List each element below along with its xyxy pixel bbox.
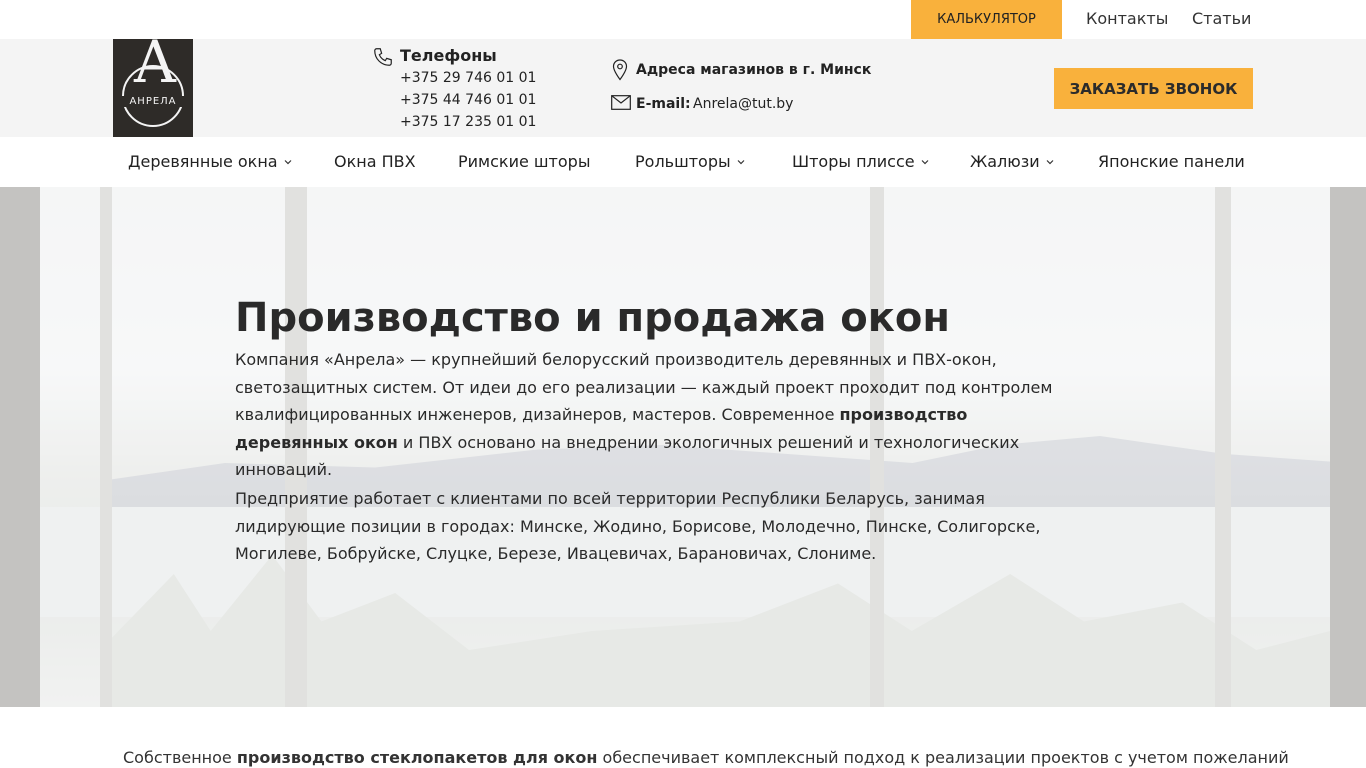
logo-name: АНРЕЛА — [113, 96, 193, 107]
nav-item-japanese-panels[interactable]: Японские панели — [1098, 152, 1245, 171]
location-pin-icon — [612, 59, 628, 81]
stores-address-link[interactable]: Адреса магазинов в г. Минск — [636, 62, 871, 78]
nav-item-label: Шторы плиссе — [792, 152, 915, 171]
top-bar: Калькулятор Контакты Статьи — [0, 0, 1366, 39]
nav-item-label: Рольшторы — [635, 152, 731, 171]
nav-item-label: Японские панели — [1098, 152, 1245, 171]
glass-units-paragraph: Собственное производство стеклопакетов д… — [123, 748, 1289, 767]
nav-item-label: Окна ПВХ — [334, 152, 416, 171]
calculator-button[interactable]: Калькулятор — [911, 0, 1062, 39]
nav-item-pleated-blinds[interactable]: Шторы плиссе — [792, 152, 929, 171]
chevron-down-icon — [284, 159, 292, 164]
nav-item-jalousie[interactable]: Жалюзи — [970, 152, 1054, 171]
contacts-link[interactable]: Контакты — [1086, 9, 1168, 28]
phones-title: Телефоны — [400, 46, 497, 65]
order-call-button[interactable]: Заказать звонок — [1054, 68, 1253, 109]
phone-icon — [374, 48, 392, 66]
paragraph-text: обеспечивает комплексный подход к реализ… — [597, 748, 1289, 767]
main-nav: Деревянные окна Окна ПВХ Римские шторы Р… — [0, 137, 1366, 187]
paragraph-highlight: производство стеклопакетов для окон — [236, 748, 598, 767]
header: А АНРЕЛА Телефоны +375 29 746 01 01 +375… — [0, 33, 1366, 137]
phone-number-1[interactable]: +375 29 746 01 01 — [400, 70, 536, 86]
hero-paragraph-intro: Компания «Анрела» — крупнейший белорусск… — [235, 346, 1085, 484]
logo-letter: А — [133, 28, 177, 96]
articles-link[interactable]: Статьи — [1192, 9, 1251, 28]
nav-item-label: Жалюзи — [970, 152, 1040, 171]
page-title: Производство и продажа окон — [235, 295, 951, 341]
chevron-down-icon — [921, 159, 929, 164]
hero-paragraph-cities: Предприятие работает с клиентами по всей… — [235, 489, 1041, 563]
nav-item-roller-blinds[interactable]: Рольшторы — [635, 152, 745, 171]
chevron-down-icon — [737, 159, 745, 164]
hero-section: Производство и продажа окон Компания «Ан… — [0, 187, 1366, 707]
paragraph-text: Собственное — [123, 748, 237, 767]
email-label: E-mail: — [636, 96, 691, 112]
chevron-down-icon — [1046, 159, 1054, 164]
nav-item-label: Деревянные окна — [128, 152, 278, 171]
phone-number-3[interactable]: +375 17 235 01 01 — [400, 114, 536, 130]
mail-icon — [611, 95, 631, 110]
email-link[interactable]: Anrela@tut.by — [693, 96, 793, 112]
nav-item-pvc-windows[interactable]: Окна ПВХ — [334, 152, 416, 171]
nav-item-roman-blinds[interactable]: Римские шторы — [458, 152, 590, 171]
logo[interactable]: А АНРЕЛА — [113, 33, 193, 137]
phone-number-2[interactable]: +375 44 746 01 01 — [400, 92, 536, 108]
nav-item-wooden-windows[interactable]: Деревянные окна — [128, 152, 292, 171]
nav-item-label: Римские шторы — [458, 152, 591, 171]
